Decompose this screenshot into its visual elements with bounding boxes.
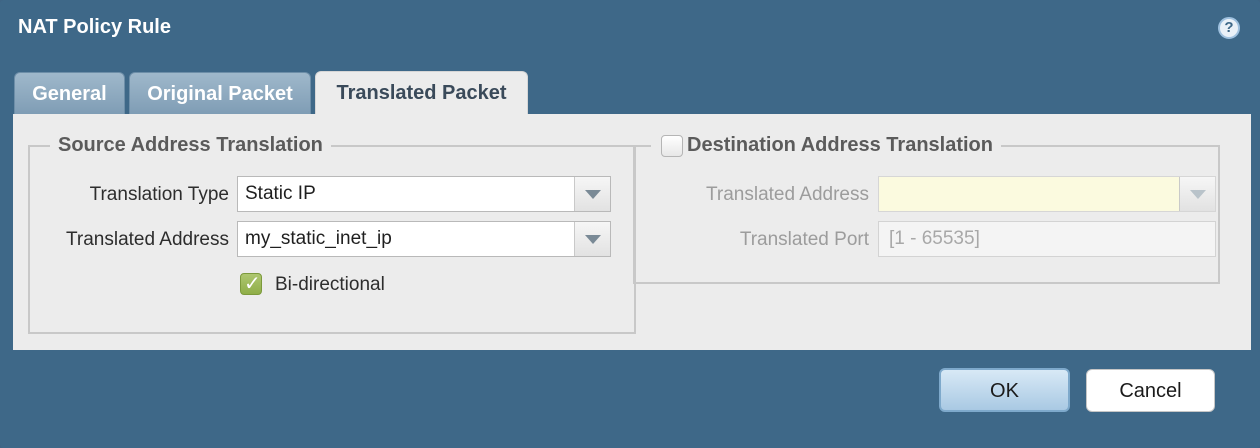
help-icon[interactable]: ?: [1218, 17, 1240, 39]
translated-address-value: my_static_inet_ip: [245, 228, 392, 249]
translated-address-dropdown-button[interactable]: [574, 222, 610, 256]
translated-packet-panel: Source Address Translation Translation T…: [13, 114, 1251, 350]
translation-type-value: Static IP: [245, 183, 316, 204]
translation-type-dropdown-button[interactable]: [574, 177, 610, 211]
chevron-down-icon: [585, 190, 601, 199]
bidirectional-label: Bi-directional: [275, 274, 385, 295]
tab-general[interactable]: General: [14, 72, 125, 114]
destination-translated-address-dropdown-button[interactable]: [1179, 177, 1215, 211]
translation-type-select[interactable]: Static IP: [237, 176, 611, 212]
nat-policy-rule-dialog: NAT Policy Rule ? General Original Packe…: [0, 0, 1260, 448]
translation-type-label: Translation Type: [89, 184, 229, 205]
bidirectional-checkbox[interactable]: ✓: [240, 273, 262, 295]
destination-translated-address-select[interactable]: [878, 176, 1216, 212]
ok-button[interactable]: OK: [939, 368, 1070, 412]
destination-address-translation-legend: Destination Address Translation: [687, 134, 993, 156]
dialog-title: NAT Policy Rule: [18, 16, 171, 38]
tab-translated-packet[interactable]: Translated Packet: [315, 71, 528, 116]
checkmark-icon: ✓: [244, 273, 261, 295]
chevron-down-icon: [585, 235, 601, 244]
destination-translation-checkbox[interactable]: [661, 135, 683, 157]
source-address-translation-legend: Source Address Translation: [58, 134, 323, 156]
translated-address-label: Translated Address: [66, 229, 229, 250]
translated-port-input[interactable]: [1 - 65535]: [878, 221, 1216, 257]
cancel-button[interactable]: Cancel: [1086, 369, 1215, 412]
chevron-down-icon: [1190, 190, 1206, 199]
tab-original-packet[interactable]: Original Packet: [129, 72, 311, 114]
destination-translated-address-label: Translated Address: [706, 184, 869, 205]
translated-port-label: Translated Port: [739, 229, 869, 250]
translated-address-select[interactable]: my_static_inet_ip: [237, 221, 611, 257]
